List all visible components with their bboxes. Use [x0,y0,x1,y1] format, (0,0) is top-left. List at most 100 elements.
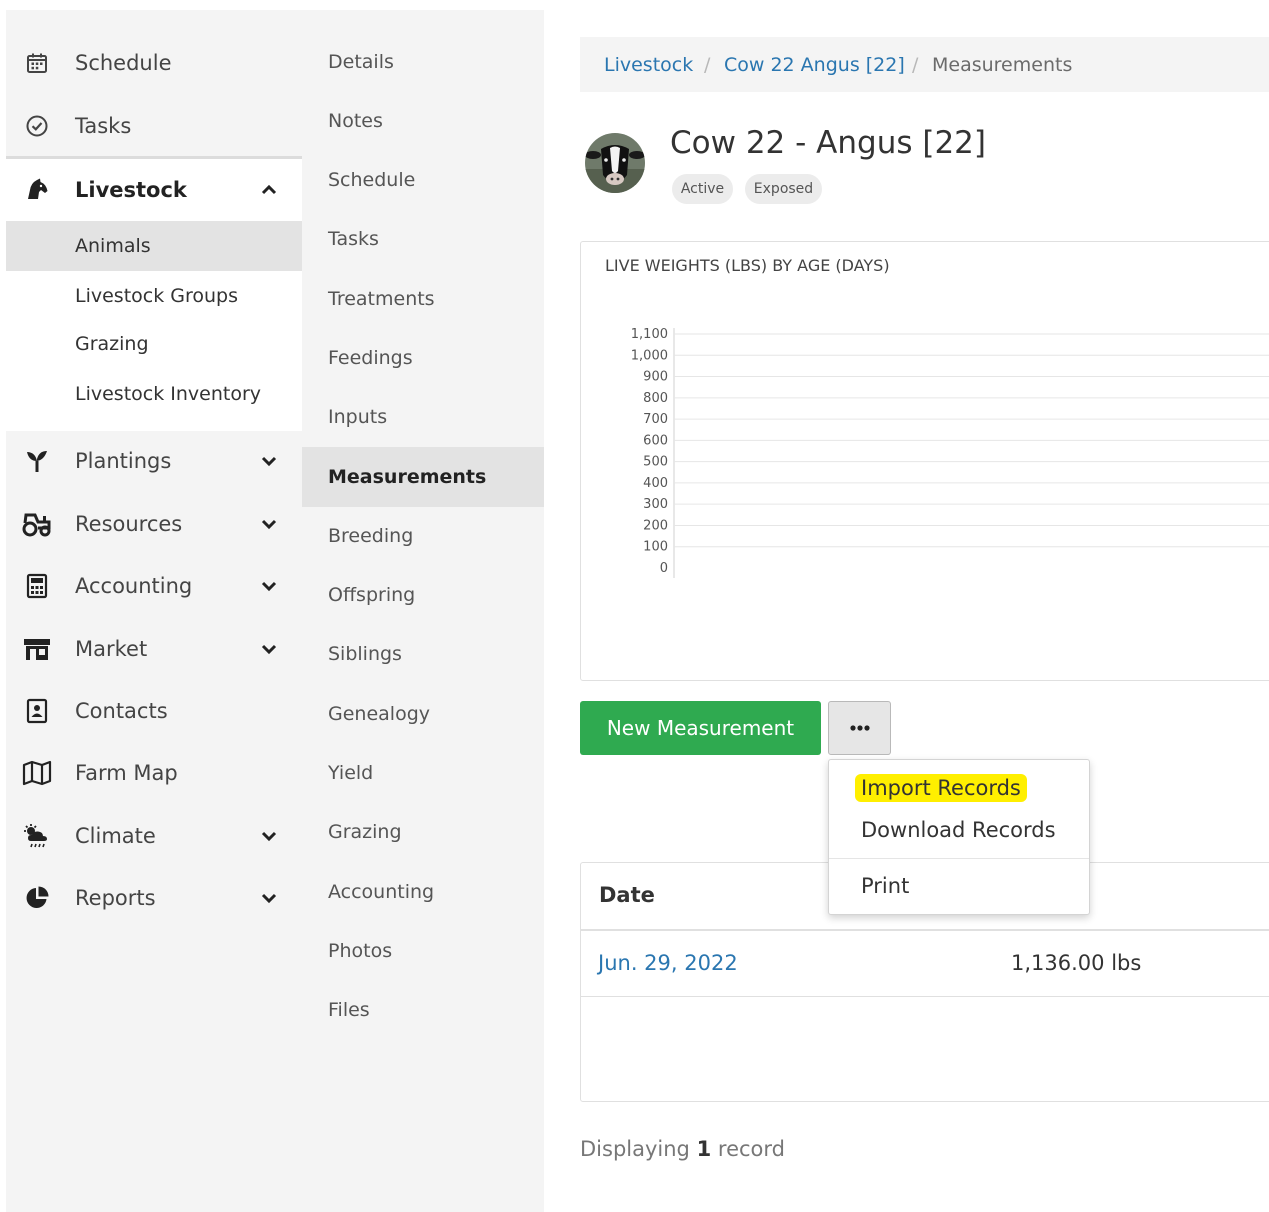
main-nav: Schedule Tasks Livestock Animals Livesto… [6,10,302,1212]
header-divider [581,929,1269,931]
chevron-down-icon [261,644,277,655]
ellipsis-icon [849,725,870,731]
nav-market-label: Market [75,637,148,661]
menu-download-records[interactable]: Download Records [861,818,1056,842]
new-measurement-button[interactable]: New Measurement [580,701,821,755]
nav-farm-map[interactable]: Farm Map [6,744,302,802]
y-tick-label: 300 [643,497,668,512]
row-date-link[interactable]: Jun. 29, 2022 [598,951,738,975]
animal-avatar [585,133,645,193]
nav-resources-label: Resources [75,512,183,536]
y-tick-label: 100 [643,540,668,555]
y-tick-label: 900 [643,370,668,385]
map-icon [22,758,52,788]
sec-yield-label: Yield [328,762,374,784]
chevron-down-icon [261,893,277,904]
menu-print[interactable]: Print [861,874,909,898]
menu-import-records[interactable]: Import Records [855,774,1027,802]
store-icon [22,634,52,664]
chevron-down-icon [261,831,277,842]
nav-grazing-label: Grazing [75,333,149,355]
nav-schedule[interactable]: Schedule [6,34,302,92]
record-count-prefix: Displaying [580,1137,690,1161]
sec-inputs[interactable]: Inputs [302,387,544,447]
sec-inputs-label: Inputs [328,406,388,428]
y-tick-label: 800 [643,391,668,406]
y-tick-label: 200 [643,518,668,533]
contact-card-icon [22,696,52,726]
status-badge-active: Active [672,174,733,204]
sec-treatments-label: Treatments [328,288,435,310]
nav-climate-label: Climate [75,824,156,848]
sec-photos[interactable]: Photos [302,921,544,981]
y-tick-label: 500 [643,455,668,470]
nav-plantings[interactable]: Plantings [6,432,302,490]
breadcrumb: Livestock / Cow 22 Angus [22] / Measurem… [580,37,1269,92]
sec-treatments[interactable]: Treatments [302,269,544,329]
sec-notes[interactable]: Notes [302,91,544,151]
nav-animals-label: Animals [75,235,151,257]
sec-schedule[interactable]: Schedule [302,150,544,210]
horse-head-icon [22,175,52,205]
sec-siblings-label: Siblings [328,643,402,665]
breadcrumb-current: Measurements [932,53,1073,76]
chevron-down-icon [261,456,277,467]
nav-resources[interactable]: Resources [6,495,302,553]
chevron-up-icon [261,184,277,195]
nav-market[interactable]: Market [6,620,302,678]
nav-accounting[interactable]: Accounting [6,557,302,615]
breadcrumb-separator: / [912,53,919,76]
chevron-down-icon [261,519,277,530]
breadcrumb-animal-link[interactable]: Cow 22 Angus [22] [724,54,905,76]
nav-reports[interactable]: Reports [6,869,302,927]
nav-tasks[interactable]: Tasks [6,97,302,155]
nav-contacts[interactable]: Contacts [6,682,302,740]
nav-grazing[interactable]: Grazing [6,319,302,369]
y-tick-label: 600 [643,433,668,448]
sec-feedings[interactable]: Feedings [302,328,544,388]
sec-breeding-label: Breeding [328,525,414,547]
sec-measurements[interactable]: Measurements [302,447,544,507]
nav-accounting-label: Accounting [75,574,193,598]
sec-genealogy[interactable]: Genealogy [302,684,544,744]
record-count-number: 1 [696,1137,712,1161]
sec-offspring-label: Offspring [328,584,416,606]
sec-siblings[interactable]: Siblings [302,624,544,684]
pie-chart-icon [22,883,52,913]
sec-breeding[interactable]: Breeding [302,506,544,566]
sec-grazing[interactable]: Grazing [302,802,544,862]
sec-grazing-label: Grazing [328,821,402,843]
sec-offspring[interactable]: Offspring [302,565,544,625]
nav-plantings-label: Plantings [75,449,172,473]
nav-livestock-label: Livestock [75,178,187,202]
breadcrumb-livestock-link[interactable]: Livestock [604,54,693,76]
nav-schedule-label: Schedule [75,51,172,75]
sec-details[interactable]: Details [302,32,544,92]
nav-animals[interactable]: Animals [6,221,302,271]
y-tick-label: 400 [643,476,668,491]
nav-livestock-groups[interactable]: Livestock Groups [6,271,302,321]
breadcrumb-separator: / [704,53,711,76]
more-actions-button[interactable] [828,701,891,755]
sec-tasks[interactable]: Tasks [302,209,544,269]
record-count: Displaying 1 record [580,1137,785,1161]
sec-files[interactable]: Files [302,980,544,1040]
sec-details-label: Details [328,51,394,73]
sec-yield[interactable]: Yield [302,743,544,803]
sec-schedule-label: Schedule [328,169,416,191]
sec-files-label: Files [328,999,370,1021]
livestock-submenu: Animals Livestock Groups Grazing Livesto… [6,221,302,431]
nav-farm-map-label: Farm Map [75,761,178,785]
weights-chart: 1,100 1,000 900 800 700 600 500 400 300 200 100 0 [631,327,1269,578]
nav-climate[interactable]: Climate [6,807,302,865]
sec-accounting[interactable]: Accounting [302,862,544,922]
nav-livestock[interactable]: Livestock [6,159,302,221]
column-header-date[interactable]: Date [599,883,655,907]
nav-contacts-label: Contacts [75,699,168,723]
y-tick-label: 700 [643,412,668,427]
nav-livestock-groups-label: Livestock Groups [75,285,239,307]
sec-photos-label: Photos [328,940,393,962]
status-badge-exposed: Exposed [745,174,822,204]
calculator-icon [22,571,52,601]
nav-livestock-inventory[interactable]: Livestock Inventory [6,369,302,419]
